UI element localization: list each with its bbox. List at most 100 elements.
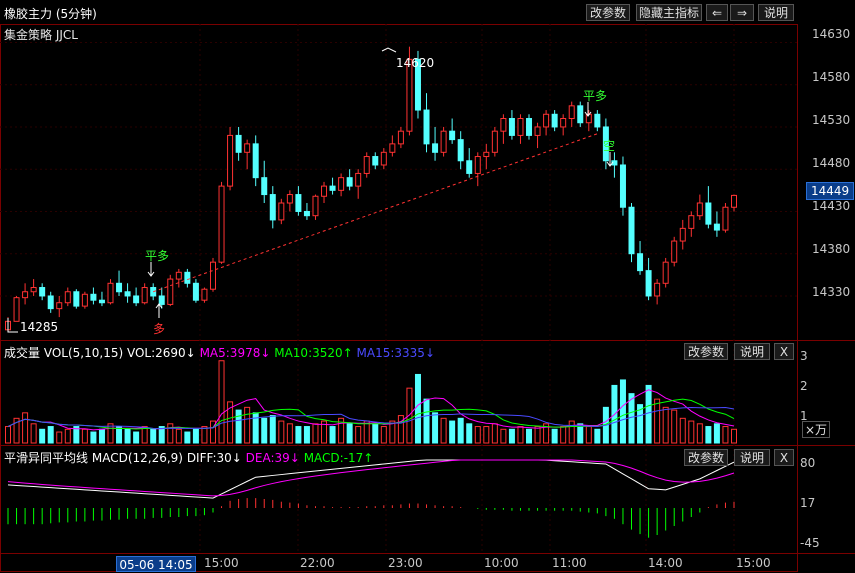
candle-body [577, 105, 584, 124]
candle-body [321, 185, 328, 197]
candle-body [39, 287, 46, 297]
volume-params-button[interactable]: 改参数 [684, 343, 728, 360]
title-bar: 橡胶主力 (5分钟) 改参数 隐藏主指标 ⇐ ⇒ 说明 [0, 0, 855, 24]
candle-body [286, 194, 293, 204]
volume-bar [722, 426, 729, 444]
candle-body [406, 58, 413, 132]
candle-body [184, 271, 191, 284]
volume-bar [423, 398, 430, 444]
candle-body [594, 113, 601, 128]
macd-header: 平滑异同平均线 MACD(12,26,9) DIFF:30↓ DEA:39↓ M… [4, 449, 373, 466]
macd-params-button[interactable]: 改参数 [684, 449, 728, 466]
volume-bar [150, 428, 157, 444]
candle-body [671, 240, 678, 263]
candle-body [380, 151, 387, 166]
candle-body [47, 295, 54, 310]
volume-bar [679, 417, 686, 444]
candle-body [141, 287, 148, 304]
volume-bar [560, 426, 567, 444]
volume-bar [116, 426, 123, 444]
volume-bar [440, 417, 447, 444]
scroll-left-button[interactable]: ⇐ [706, 4, 728, 21]
strategy-label: 集金策略 JJCL [4, 28, 78, 42]
current-price-tag: 14449 [806, 182, 855, 200]
volume-bar [22, 412, 29, 444]
time-label: 22:00 [300, 556, 335, 570]
ma15-value: MA15:3335↓ [356, 346, 435, 360]
candle-body [705, 202, 712, 225]
candle-body [22, 291, 29, 299]
candle-body [295, 194, 302, 212]
candle-body [696, 202, 703, 217]
candle-body [218, 185, 225, 263]
volume-bar [508, 428, 515, 444]
volume-bar [133, 431, 140, 444]
macd-tick: -45 [800, 536, 820, 550]
hide-indicator-button[interactable]: 隐藏主指标 [636, 4, 702, 21]
candle-body [432, 143, 439, 153]
candle-body [98, 299, 105, 304]
price-tick: 14480 [812, 156, 851, 170]
candle-body [30, 287, 37, 293]
candle-body [568, 105, 575, 120]
volume-bar [534, 426, 541, 444]
help-button[interactable]: 说明 [758, 4, 794, 21]
candle-body [628, 206, 635, 255]
candle-body [261, 177, 268, 196]
volume-bar [483, 426, 490, 444]
candle-body [662, 261, 669, 284]
candle-body [551, 113, 558, 128]
candle-body [209, 261, 216, 290]
volume-bar [449, 420, 456, 444]
candle-body [158, 295, 165, 305]
volume-bar [696, 423, 703, 444]
macd-close-button[interactable]: X [774, 449, 794, 466]
candle-body [508, 118, 515, 136]
macd-help-button[interactable]: 说明 [734, 449, 770, 466]
candle-body [167, 278, 174, 305]
time-label: 11:00 [552, 556, 587, 570]
volume-bar [363, 420, 370, 444]
candle-body [423, 109, 430, 145]
candle-body [107, 282, 114, 304]
dea-value: DEA:39↓ [245, 451, 300, 465]
candle-body [466, 160, 473, 174]
candle-body [175, 271, 182, 280]
candle-body [534, 126, 541, 136]
volume-bar [346, 423, 353, 444]
volume-bar [594, 428, 601, 444]
macd-params: MACD(12,26,9) [91, 451, 183, 465]
volume-bar [218, 360, 225, 444]
volume-bar [5, 426, 11, 444]
candle-body [449, 130, 456, 141]
volume-bar [56, 431, 63, 444]
candle-body [457, 139, 464, 162]
price-tick: 14580 [812, 70, 851, 84]
scroll-right-button[interactable]: ⇒ [730, 4, 754, 21]
candle-body [688, 215, 695, 229]
volume-unit: ×万 [802, 421, 830, 438]
time-label: 10:00 [484, 556, 519, 570]
candle-body [355, 172, 362, 187]
candle-body [252, 143, 259, 179]
candle-body [474, 156, 481, 174]
volume-bar [167, 423, 174, 444]
signal-close-long-1: 平多 [145, 249, 170, 263]
chart-canvas[interactable] [0, 0, 855, 572]
price-tick: 14530 [812, 113, 851, 127]
volume-bar [98, 428, 105, 444]
candle-body [338, 177, 345, 191]
candle-body [56, 302, 63, 310]
candle-body [201, 288, 208, 301]
volume-bar [474, 426, 481, 444]
candle-body [244, 143, 251, 153]
volume-bar [355, 426, 362, 444]
volume-bar [261, 417, 268, 444]
candle-body [73, 291, 80, 307]
volume-help-button[interactable]: 说明 [734, 343, 770, 360]
volume-close-button[interactable]: X [774, 343, 794, 360]
candle-body [619, 164, 626, 208]
candle-body [500, 118, 507, 132]
volume-bar [295, 426, 302, 444]
params-button[interactable]: 改参数 [586, 4, 630, 21]
